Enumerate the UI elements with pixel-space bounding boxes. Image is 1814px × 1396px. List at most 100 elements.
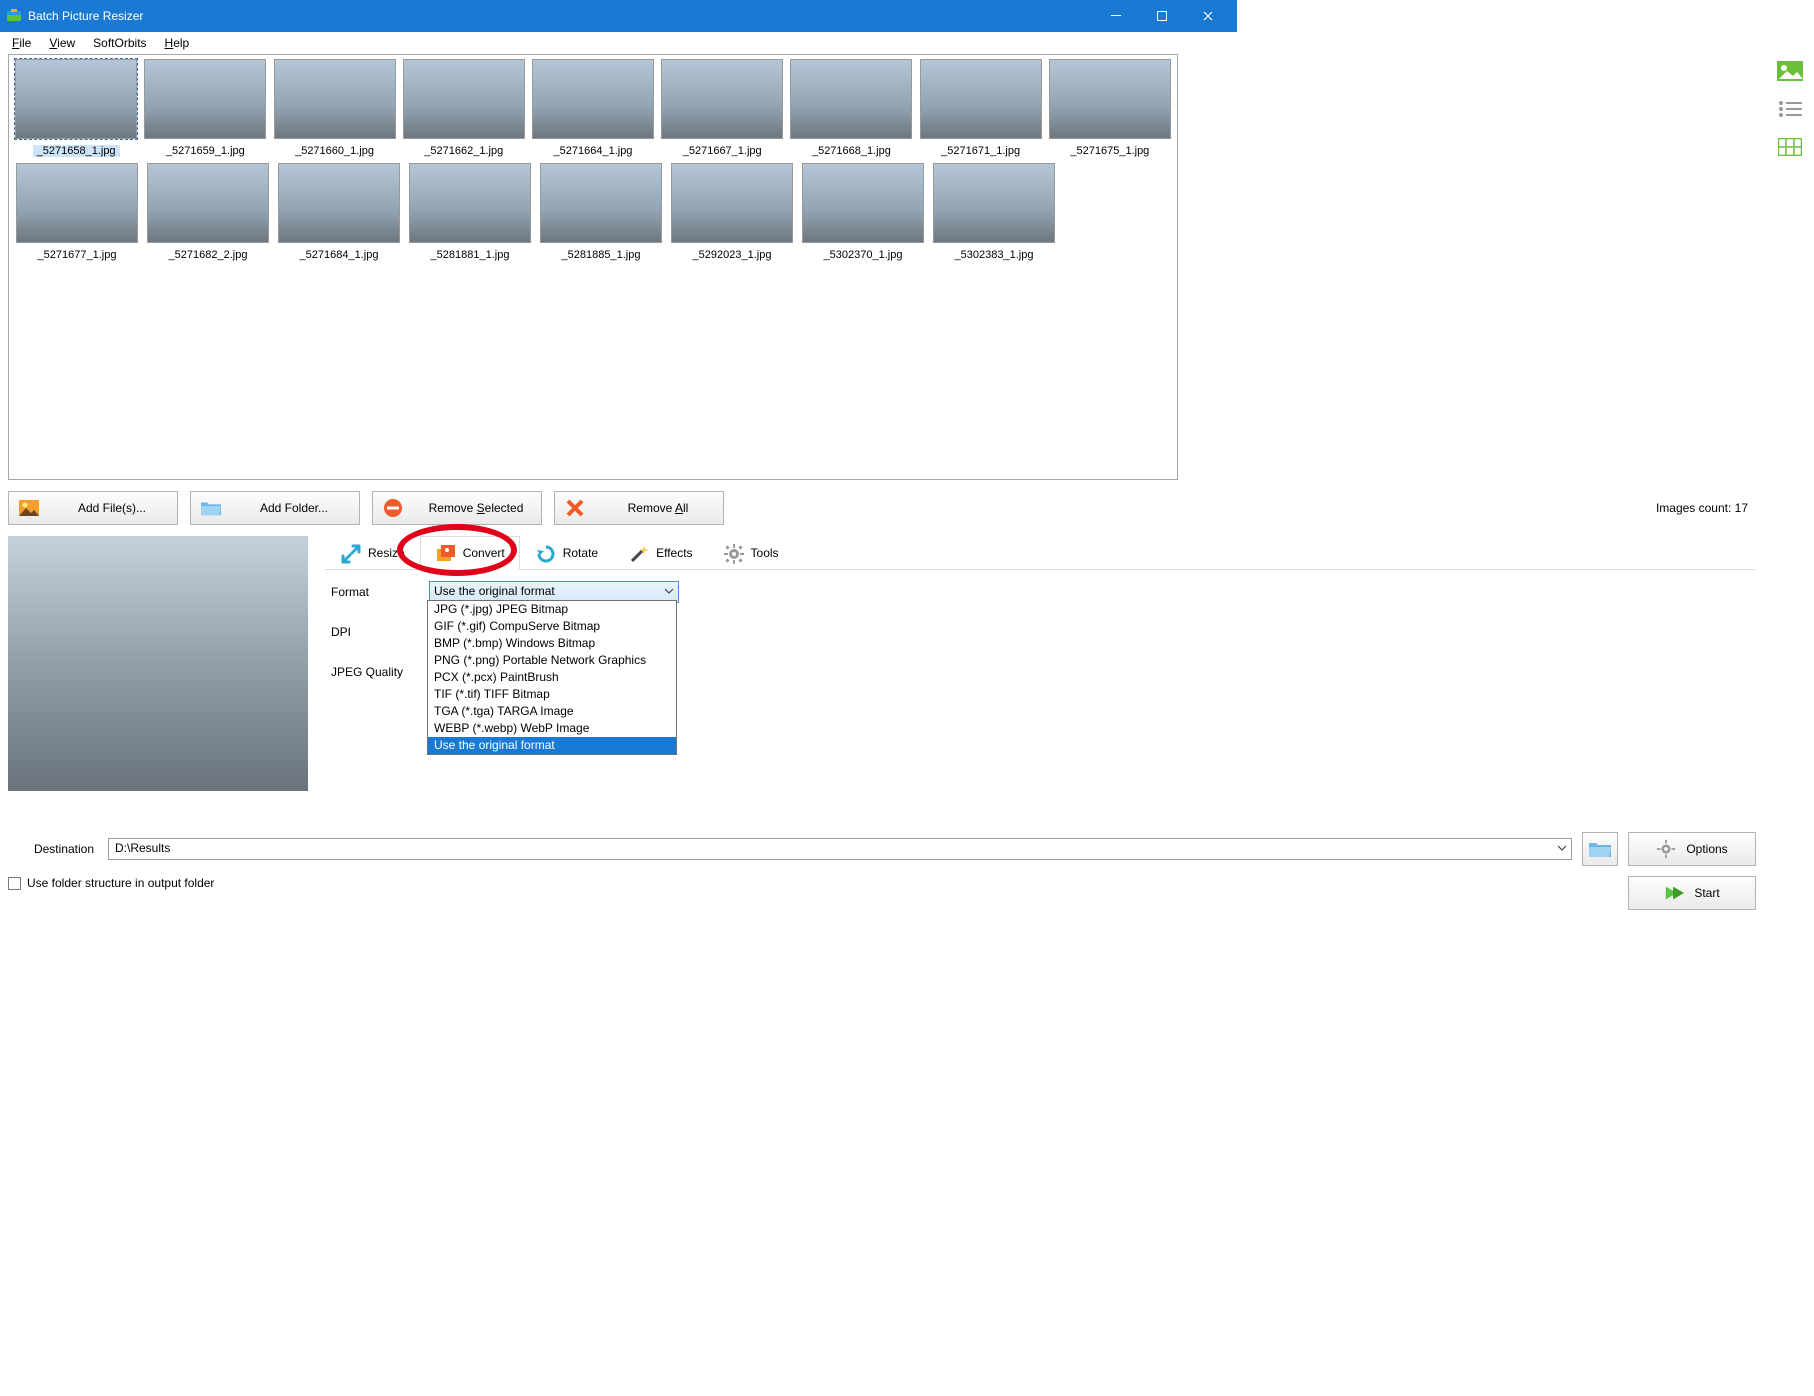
tab-effects-label: Effects xyxy=(656,546,692,560)
folder-icon xyxy=(201,498,221,518)
thumbnail-item[interactable]: _5271668_1.jpg xyxy=(788,59,914,157)
add-folder-button[interactable]: Add Folder... xyxy=(190,491,360,525)
settings-pane: Resize Convert Rotate Effects Tools F xyxy=(325,536,1756,816)
remove-all-button[interactable]: Remove All xyxy=(554,491,724,525)
remove-selected-button[interactable]: Remove Selected xyxy=(372,491,542,525)
thumbnail-image xyxy=(933,163,1055,243)
remove-icon xyxy=(383,498,403,518)
thumbnail-grid[interactable]: _5271658_1.jpg _5271659_1.jpg _5271660_1.j… xyxy=(8,54,1178,480)
start-label: Start xyxy=(1694,886,1719,900)
destination-input[interactable]: D:\Results xyxy=(108,838,1572,860)
format-option[interactable]: WEBP (*.webp) WebP Image xyxy=(428,720,676,737)
tab-tools[interactable]: Tools xyxy=(708,536,794,570)
thumbnail-item[interactable]: _5281881_1.jpg xyxy=(406,163,534,261)
add-folder-label: Add Folder... xyxy=(239,501,349,515)
thumbnail-label: _5271662_1.jpg xyxy=(420,145,507,157)
format-option[interactable]: BMP (*.bmp) Windows Bitmap xyxy=(428,635,676,652)
thumbnail-label: _5271668_1.jpg xyxy=(808,145,895,157)
app-icon xyxy=(6,8,22,24)
thumbnail-item[interactable]: _5271671_1.jpg xyxy=(918,59,1044,157)
format-option[interactable]: TGA (*.tga) TARGA Image xyxy=(428,703,676,720)
thumbnail-label: _5271684_1.jpg xyxy=(296,249,383,261)
tabstrip: Resize Convert Rotate Effects Tools xyxy=(325,536,1756,570)
format-option[interactable]: JPG (*.jpg) JPEG Bitmap xyxy=(428,601,676,618)
thumbnail-item[interactable]: _5281885_1.jpg xyxy=(537,163,665,261)
format-option[interactable]: GIF (*.gif) CompuServe Bitmap xyxy=(428,618,676,635)
use-folder-structure-label: Use folder structure in output folder xyxy=(27,876,214,890)
picture-icon xyxy=(19,498,39,518)
format-selected-value: Use the original format xyxy=(434,584,555,598)
add-files-button[interactable]: Add File(s)... xyxy=(8,491,178,525)
gear-icon xyxy=(1656,839,1676,859)
thumbnail-item[interactable]: _5271675_1.jpg xyxy=(1047,59,1173,157)
rotate-icon xyxy=(535,543,555,563)
format-option[interactable]: Use the original format xyxy=(428,737,676,754)
thumbnail-item[interactable]: _5271658_1.jpg xyxy=(13,59,139,157)
options-label: Options xyxy=(1686,842,1727,856)
menubar: File View SoftOrbits Help xyxy=(0,32,1237,54)
tab-effects[interactable]: Effects xyxy=(613,536,707,570)
use-folder-structure-checkbox[interactable] xyxy=(8,877,21,890)
thumbnail-label: _5271667_1.jpg xyxy=(679,145,766,157)
format-option[interactable]: TIF (*.tif) TIFF Bitmap xyxy=(428,686,676,703)
play-icon xyxy=(1664,883,1684,903)
thumbnail-image xyxy=(16,163,138,243)
resize-icon xyxy=(340,543,360,563)
thumbnail-image xyxy=(403,59,525,139)
thumbnail-item[interactable]: _5271682_2.jpg xyxy=(144,163,272,261)
format-label: Format xyxy=(331,585,421,599)
thumbnail-label: _5271675_1.jpg xyxy=(1066,145,1153,157)
thumbnail-image xyxy=(15,59,137,139)
thumbnail-item[interactable]: _5271662_1.jpg xyxy=(401,59,527,157)
folder-icon xyxy=(1589,841,1611,857)
options-button[interactable]: Options xyxy=(1628,832,1756,866)
window-title: Batch Picture Resizer xyxy=(28,9,143,23)
thumbnail-label: _5271664_1.jpg xyxy=(550,145,637,157)
thumbnail-label: _5271677_1.jpg xyxy=(34,249,121,261)
thumbnail-item[interactable]: _5302383_1.jpg xyxy=(930,163,1058,261)
minimize-button[interactable] xyxy=(1093,0,1139,32)
close-button[interactable] xyxy=(1185,0,1231,32)
view-thumbnails-button[interactable] xyxy=(1776,60,1804,82)
view-grid-button[interactable] xyxy=(1776,136,1804,158)
maximize-button[interactable] xyxy=(1139,0,1185,32)
browse-destination-button[interactable] xyxy=(1582,832,1618,866)
thumbnail-item[interactable]: _5271667_1.jpg xyxy=(659,59,785,157)
start-button[interactable]: Start xyxy=(1628,876,1756,910)
thumbnail-label: _5271658_1.jpg xyxy=(33,145,120,157)
chevron-down-icon xyxy=(664,586,674,596)
thumbnail-label: _5271671_1.jpg xyxy=(937,145,1024,157)
thumbnail-label: _5271659_1.jpg xyxy=(162,145,249,157)
thumbnail-item[interactable]: _5271677_1.jpg xyxy=(13,163,141,261)
menu-softorbits[interactable]: SoftOrbits xyxy=(85,34,154,52)
thumbnail-item[interactable]: _5271684_1.jpg xyxy=(275,163,403,261)
preview-pane xyxy=(8,536,318,816)
action-row: Add File(s)... Add Folder... Remove Sele… xyxy=(8,490,1756,526)
titlebar: Batch Picture Resizer xyxy=(0,0,1237,32)
menu-view[interactable]: View xyxy=(41,34,83,52)
effects-icon xyxy=(628,543,648,563)
thumbnail-item[interactable]: _5292023_1.jpg xyxy=(668,163,796,261)
format-option[interactable]: PNG (*.png) Portable Network Graphics xyxy=(428,652,676,669)
thumbnail-item[interactable]: _5271664_1.jpg xyxy=(530,59,656,157)
format-dropdown[interactable]: JPG (*.jpg) JPEG BitmapGIF (*.gif) Compu… xyxy=(427,600,677,755)
thumbnail-image xyxy=(661,59,783,139)
thumbnail-image xyxy=(1049,59,1171,139)
images-count: Images count: 17 xyxy=(1656,501,1748,515)
view-list-button[interactable] xyxy=(1776,98,1804,120)
format-option[interactable]: PCX (*.pcx) PaintBrush xyxy=(428,669,676,686)
thumbnail-image xyxy=(790,59,912,139)
tab-rotate[interactable]: Rotate xyxy=(520,536,613,570)
menu-help[interactable]: Help xyxy=(157,34,198,52)
thumbnail-label: _5302370_1.jpg xyxy=(820,249,907,261)
thumbnail-item[interactable]: _5302370_1.jpg xyxy=(799,163,927,261)
tab-resize-label: Resize xyxy=(368,546,405,560)
tab-resize[interactable]: Resize xyxy=(325,536,420,570)
thumbnail-item[interactable]: _5271660_1.jpg xyxy=(271,59,397,157)
thumbnail-item[interactable]: _5271659_1.jpg xyxy=(142,59,268,157)
thumbnail-image xyxy=(532,59,654,139)
menu-file[interactable]: File xyxy=(4,34,39,52)
tab-convert[interactable]: Convert xyxy=(420,536,520,570)
thumbnail-image xyxy=(802,163,924,243)
thumbnail-image xyxy=(540,163,662,243)
